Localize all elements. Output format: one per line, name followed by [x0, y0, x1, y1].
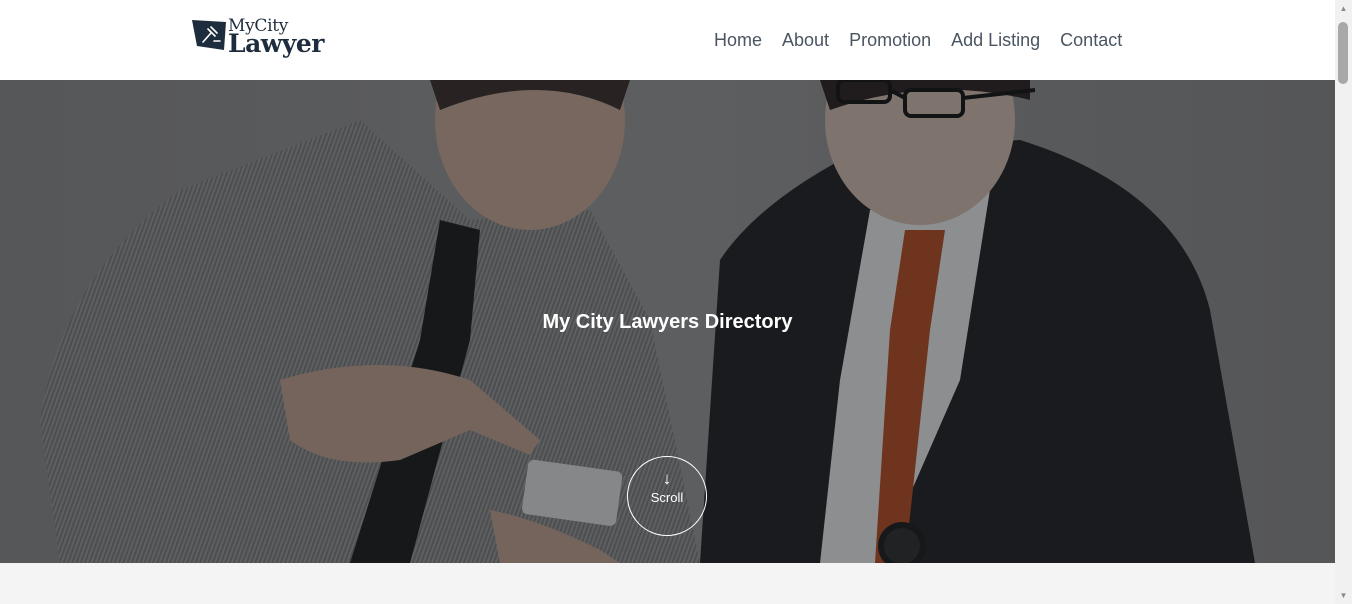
scroll-up-arrow-icon[interactable]: ▲ — [1335, 0, 1352, 17]
nav-item-about[interactable]: About — [782, 29, 829, 51]
nav-item-contact[interactable]: Contact — [1060, 29, 1122, 51]
next-section — [0, 563, 1335, 604]
scroll-down-arrow-icon[interactable]: ▼ — [1335, 587, 1352, 604]
scroll-button[interactable]: ↓ Scroll — [627, 456, 707, 536]
logo-text-bottom: Lawyer — [228, 29, 324, 58]
hero-section: My City Lawyers Directory ↓ Scroll — [0, 80, 1335, 563]
arrow-down-icon: ↓ — [662, 469, 672, 488]
nav-item-promotion[interactable]: Promotion — [849, 29, 931, 51]
hero-title: My City Lawyers Directory — [542, 311, 793, 333]
gavel-icon — [192, 20, 226, 50]
page: MyCity Lawyer Home About Promotion Add L… — [0, 0, 1335, 604]
vertical-scrollbar[interactable]: ▲ ▼ — [1335, 0, 1352, 604]
main-nav: Home About Promotion Add Listing Contact — [714, 29, 1122, 51]
scrollbar-thumb[interactable] — [1338, 22, 1348, 84]
nav-item-home[interactable]: Home — [714, 29, 762, 51]
nav-item-add-listing[interactable]: Add Listing — [951, 29, 1040, 51]
site-header: MyCity Lawyer Home About Promotion Add L… — [0, 0, 1335, 80]
scroll-label: Scroll — [650, 490, 684, 505]
site-logo[interactable]: MyCity Lawyer — [191, 16, 341, 62]
